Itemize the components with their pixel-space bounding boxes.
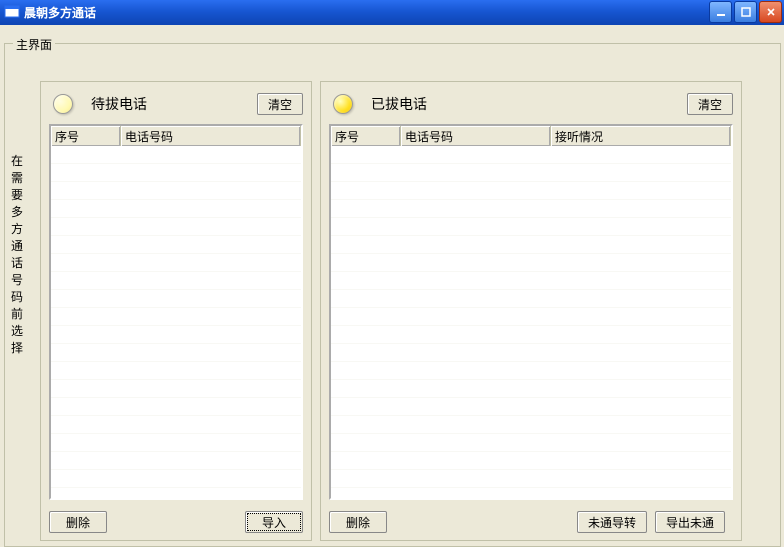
col-status[interactable]: 接听情况 — [551, 126, 731, 146]
panel-dialed-foot: 删除 未通导转 导出未通 — [329, 510, 733, 534]
col-seq[interactable]: 序号 — [51, 126, 121, 146]
delete-dialed-button[interactable]: 删除 — [329, 511, 387, 533]
app-icon — [4, 4, 20, 20]
listview-pending[interactable]: 序号 电话号码 — [49, 124, 303, 500]
panel-pending-calls: 待拔电话 清空 序号 电话号码 删除 导入 — [40, 81, 312, 541]
window-controls — [709, 1, 782, 23]
panel-pending-title: 待拔电话 — [91, 94, 257, 114]
clear-dialed-button[interactable]: 清空 — [687, 93, 733, 115]
client-area: 主界面 在需要多方通话号码前选择 待拔电话 清空 序号 电话号码 删除 导入 已… — [0, 24, 784, 528]
panel-dialed-calls: 已拔电话 清空 序号 电话号码 接听情况 删除 未通导转 导出未通 — [320, 81, 742, 541]
status-led-pending — [53, 94, 73, 114]
minimize-button[interactable] — [709, 1, 732, 23]
side-note: 在需要多方通话号码前选择 — [10, 153, 24, 357]
status-led-dialed — [333, 94, 353, 114]
listview-pending-body[interactable] — [51, 146, 301, 498]
forward-unreached-button[interactable]: 未通导转 — [577, 511, 647, 533]
panel-dialed-head: 已拔电话 清空 — [329, 92, 733, 116]
import-button[interactable]: 导入 — [245, 511, 303, 533]
clear-pending-button[interactable]: 清空 — [257, 93, 303, 115]
col-seq[interactable]: 序号 — [331, 126, 401, 146]
window-title: 晨朝多方通话 — [24, 4, 709, 21]
panel-pending-head: 待拔电话 清空 — [49, 92, 303, 116]
col-phone[interactable]: 电话号码 — [121, 126, 301, 146]
listview-pending-header[interactable]: 序号 电话号码 — [51, 126, 301, 147]
listview-dialed-header[interactable]: 序号 电话号码 接听情况 — [331, 126, 731, 147]
panel-dialed-title: 已拔电话 — [371, 94, 687, 114]
groupbox-main-label: 主界面 — [13, 36, 55, 53]
close-button[interactable] — [759, 1, 782, 23]
listview-dialed-body[interactable] — [331, 146, 731, 498]
listview-dialed[interactable]: 序号 电话号码 接听情况 — [329, 124, 733, 500]
window-titlebar: 晨朝多方通话 — [0, 0, 784, 24]
panel-pending-foot: 删除 导入 — [49, 510, 303, 534]
delete-pending-button[interactable]: 删除 — [49, 511, 107, 533]
export-unreached-button[interactable]: 导出未通 — [655, 511, 725, 533]
maximize-button[interactable] — [734, 1, 757, 23]
col-phone[interactable]: 电话号码 — [401, 126, 551, 146]
